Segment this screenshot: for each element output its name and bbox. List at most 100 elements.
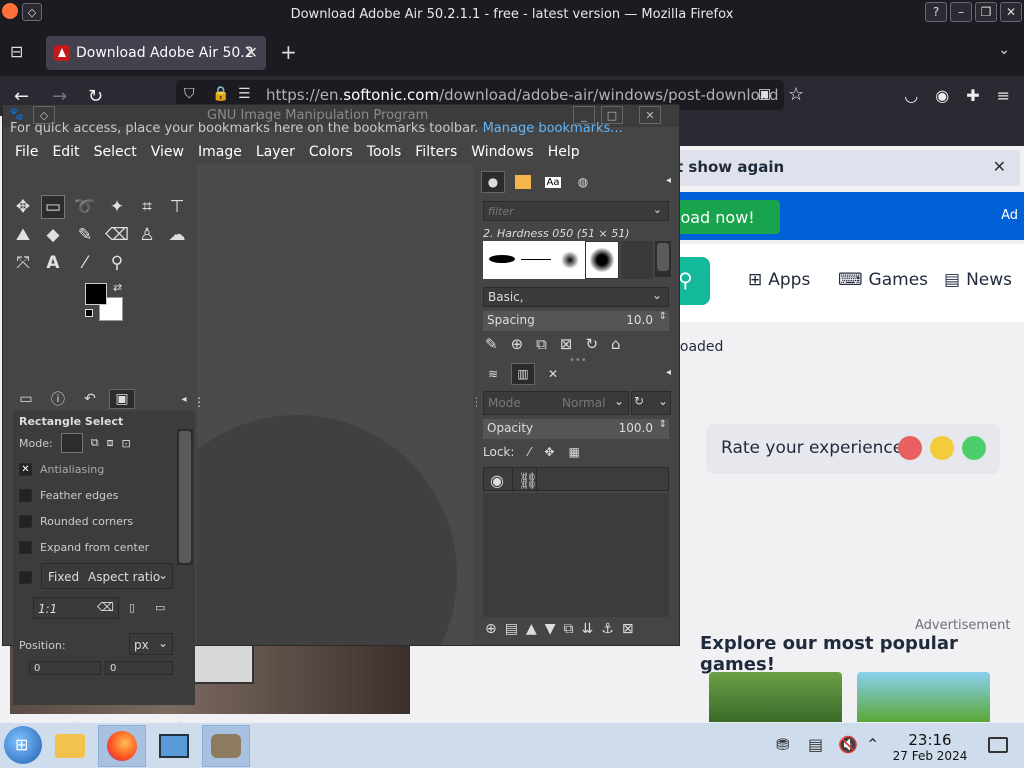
volume-muted-icon[interactable]: 🔇 bbox=[838, 735, 858, 754]
network-tray-icon[interactable]: ⛃ bbox=[776, 735, 789, 754]
default-colors-icon[interactable] bbox=[85, 309, 93, 317]
lasso-tool-icon[interactable]: ➰ bbox=[73, 195, 97, 219]
portrait-icon[interactable]: ▯ bbox=[129, 601, 135, 614]
dock-separator[interactable]: ••• bbox=[569, 355, 587, 366]
help-icon[interactable]: ? bbox=[925, 2, 947, 22]
brush-filter-input[interactable]: filter ⌄ bbox=[483, 201, 669, 221]
color-picker-tool-icon[interactable]: ⁄ bbox=[73, 251, 97, 275]
antialiasing-checkbox[interactable]: ✕ bbox=[19, 463, 32, 476]
url-text[interactable]: https://en.softonic.com/download/adobe-a… bbox=[266, 86, 778, 104]
tracking-shield-icon[interactable]: ⛉ bbox=[184, 86, 195, 102]
position-x-input[interactable]: 0 bbox=[29, 661, 101, 675]
lock-position-icon[interactable]: ✥ bbox=[544, 445, 554, 459]
menu-image[interactable]: Image bbox=[190, 141, 248, 165]
neutral-face-icon[interactable] bbox=[930, 436, 954, 460]
patterns-tab-icon[interactable] bbox=[511, 171, 535, 193]
anchor-layer-icon[interactable]: ⚓ bbox=[601, 621, 614, 637]
new-brush-icon[interactable]: ⊕ bbox=[511, 335, 524, 353]
configure-tab-icon[interactable]: ◂ bbox=[177, 389, 191, 409]
paintbrush-tool-icon[interactable]: ✎ bbox=[73, 223, 97, 247]
tool-options-scrollbar[interactable] bbox=[177, 429, 193, 565]
nav-apps[interactable]: ⊞ Apps bbox=[748, 270, 810, 290]
layers-tab-icon[interactable]: ≋ bbox=[481, 363, 505, 385]
clipboard-tray-icon[interactable]: ▤ bbox=[808, 735, 823, 754]
fuzzy-select-tool-icon[interactable]: ✦ bbox=[105, 195, 129, 219]
new-group-icon[interactable]: ▤ bbox=[505, 621, 518, 637]
minimize-button[interactable]: – bbox=[950, 2, 972, 22]
mode-intersect-icon[interactable]: ⊡ bbox=[122, 437, 131, 450]
menu-edit[interactable]: Edit bbox=[44, 141, 85, 165]
download-now-button[interactable]: load now! bbox=[676, 200, 780, 234]
menu-layer[interactable]: Layer bbox=[248, 141, 301, 165]
position-y-input[interactable]: 0 bbox=[105, 661, 173, 675]
list-all-tabs-icon[interactable]: ⌄ bbox=[998, 42, 1010, 58]
menu-help[interactable]: Help bbox=[540, 141, 586, 165]
layer-row[interactable]: ◉ ⛓ bbox=[483, 467, 669, 491]
close-button[interactable]: ✕ bbox=[1000, 2, 1022, 22]
layers-configure-icon[interactable]: ◂ bbox=[666, 367, 671, 378]
edit-brush-icon[interactable]: ✎ bbox=[485, 335, 498, 353]
pocket-icon[interactable]: ◡ bbox=[904, 86, 918, 105]
lock-alpha-icon[interactable]: ▦ bbox=[568, 445, 579, 459]
account-icon[interactable]: ◉ bbox=[935, 86, 949, 105]
document-history-tab-icon[interactable]: ◍ bbox=[571, 171, 595, 193]
swap-colors-icon[interactable]: ⇄ bbox=[113, 281, 122, 294]
brush-line[interactable] bbox=[519, 241, 553, 279]
image-canvas[interactable] bbox=[197, 165, 473, 645]
delete-brush-icon[interactable]: ⊠ bbox=[560, 335, 573, 353]
duplicate-brush-icon[interactable]: ⧉ bbox=[536, 335, 547, 353]
expand-from-center-checkbox[interactable] bbox=[19, 541, 32, 554]
nav-news[interactable]: ▤ News bbox=[944, 270, 1012, 290]
spacing-slider[interactable]: Spacing 10.0 ⇕ bbox=[483, 311, 669, 331]
menu-view[interactable]: View bbox=[143, 141, 190, 165]
paths-tab-icon[interactable]: ✕ bbox=[541, 363, 565, 385]
bucket-fill-tool-icon[interactable]: ◆ bbox=[41, 223, 65, 247]
maximize-button[interactable]: ❐ bbox=[975, 2, 997, 22]
tab-list-icon[interactable]: ⊟ bbox=[10, 42, 30, 62]
spacing-spinner-icon[interactable]: ⇕ bbox=[659, 311, 667, 322]
mode-add-icon[interactable]: ⧉ bbox=[91, 436, 99, 450]
transform-tool-icon[interactable]: ⊤ bbox=[165, 195, 189, 219]
refresh-brushes-icon[interactable]: ↻ bbox=[585, 335, 598, 353]
system-clock[interactable]: 23:16 27 Feb 2024 bbox=[890, 731, 970, 763]
opacity-spinner-icon[interactable]: ⇕ bbox=[659, 419, 667, 430]
brush-soft[interactable] bbox=[553, 241, 587, 279]
open-brush-folder-icon[interactable]: ⌂ bbox=[611, 335, 621, 353]
lock-icon[interactable]: 🔒 bbox=[212, 86, 229, 102]
duplicate-layer-icon[interactable]: ⧉ bbox=[564, 621, 574, 637]
nav-games[interactable]: ⌨ Games bbox=[838, 270, 928, 290]
taskbar-firefox[interactable] bbox=[98, 725, 146, 767]
foreground-color-swatch[interactable] bbox=[85, 283, 107, 305]
fixed-checkbox[interactable] bbox=[19, 571, 32, 584]
paths-tool-icon[interactable]: ⤧ bbox=[11, 251, 35, 275]
tool-options-tab-icon[interactable]: ▭ bbox=[13, 389, 39, 409]
manage-bookmarks-link[interactable]: Manage bookmarks... bbox=[483, 121, 623, 136]
game-thumbnail-roblox[interactable] bbox=[709, 672, 842, 722]
mode-subtract-icon[interactable]: ⧈ bbox=[107, 436, 114, 450]
landscape-icon[interactable]: ▭ bbox=[155, 601, 165, 614]
rectangle-select-tool-icon[interactable]: ▭ bbox=[41, 195, 65, 219]
show-desktop-icon[interactable] bbox=[988, 737, 1008, 753]
taskbar-gimp[interactable] bbox=[202, 725, 250, 767]
brush-scrollbar[interactable] bbox=[655, 241, 671, 277]
dont-show-again-link[interactable]: t show again bbox=[676, 158, 784, 176]
brush-grid[interactable] bbox=[483, 241, 619, 279]
menu-tools[interactable]: Tools bbox=[359, 141, 408, 165]
clear-icon[interactable]: ⌫ bbox=[97, 600, 114, 614]
feather-edges-checkbox[interactable] bbox=[19, 489, 32, 502]
taskbar-system-monitor[interactable] bbox=[150, 725, 198, 767]
menu-filters[interactable]: Filters bbox=[407, 141, 463, 165]
unit-combo[interactable]: px ⌄ bbox=[129, 633, 173, 655]
bookmark-star-icon[interactable]: ☆ bbox=[788, 84, 804, 105]
rounded-corners-checkbox[interactable] bbox=[19, 515, 32, 528]
channels-tab-icon[interactable]: ▥ bbox=[511, 363, 535, 385]
eraser-tool-icon[interactable]: ⌫ bbox=[105, 223, 129, 247]
crop-tool-icon[interactable]: ⌗ bbox=[135, 195, 159, 219]
new-tab-button[interactable]: + bbox=[280, 40, 297, 64]
permissions-icon[interactable]: ☰ bbox=[238, 86, 251, 102]
clone-tool-icon[interactable]: ♙ bbox=[135, 223, 159, 247]
brush-hardness-050[interactable] bbox=[585, 241, 619, 279]
menu-colors[interactable]: Colors bbox=[301, 141, 359, 165]
merge-down-icon[interactable]: ⇊ bbox=[582, 621, 594, 637]
happy-face-icon[interactable] bbox=[962, 436, 986, 460]
